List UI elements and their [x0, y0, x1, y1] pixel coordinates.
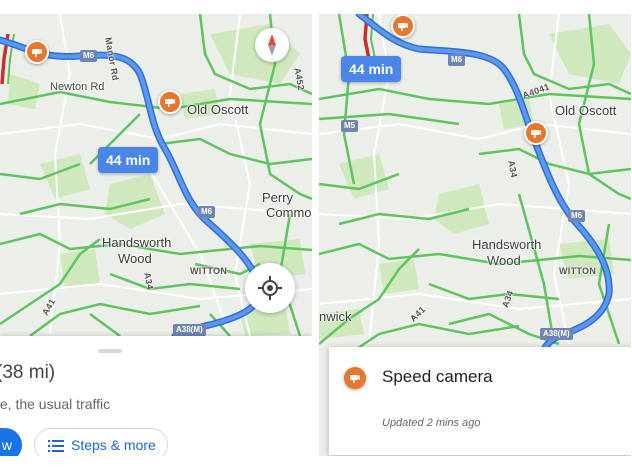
- compass-icon: [268, 34, 276, 56]
- place-old-oscott: Old Oscott: [187, 102, 249, 117]
- my-location-icon: [258, 276, 282, 300]
- steps-and-more-button[interactable]: Steps & more: [34, 428, 168, 456]
- speed-camera-updated: Updated 2 mins ago: [382, 417, 481, 429]
- place-perry: Perry: [262, 190, 294, 205]
- speed-camera-icon: [531, 130, 541, 138]
- place-handsworth: Handsworth: [472, 237, 542, 252]
- shield-m6-top: M6: [448, 54, 466, 66]
- compass-button[interactable]: [255, 28, 289, 62]
- place-common: Commor: [266, 205, 312, 220]
- place-handsworth-wood: Wood: [487, 253, 521, 268]
- shield-m6-mid: M6: [568, 210, 586, 222]
- place-witton: WITTON: [190, 266, 228, 276]
- place-nwick: nwick: [319, 309, 352, 324]
- my-location-button[interactable]: [245, 263, 295, 313]
- speed-camera-title: Speed camera: [382, 367, 493, 386]
- start-navigation-button[interactable]: w: [0, 428, 22, 456]
- sheet-drag-handle[interactable]: [98, 349, 122, 353]
- place-handsworth-wood: Wood: [118, 251, 152, 266]
- place-newton-rd: Newton Rd: [50, 81, 105, 93]
- place-old-oscott: Old Oscott: [555, 103, 617, 118]
- shield-a38m: A38(M): [173, 324, 206, 336]
- speed-camera-card-icon-wrap: [344, 367, 366, 389]
- place-witton: WITTON: [559, 266, 597, 276]
- speed-camera-icon: [32, 49, 42, 57]
- shield-a38m: A38(M): [540, 328, 573, 340]
- route-description: te, the usual traffic: [0, 396, 111, 412]
- speed-camera-card[interactable]: Speed camera Updated 2 mins ago: [329, 347, 631, 455]
- speed-camera-icon: [398, 23, 408, 31]
- left-map-panel[interactable]: Newton Rd Manor Rd A452 Old Oscott Perry…: [0, 14, 312, 456]
- route-duration-bubble[interactable]: 44 min: [98, 147, 159, 173]
- speed-camera-pin[interactable]: [25, 40, 49, 64]
- shield-m6-top: M6: [80, 50, 98, 62]
- right-map-panel[interactable]: Old Oscott Handsworth Wood WITTON nwick …: [319, 14, 631, 456]
- route-duration-bubble[interactable]: 44 min: [341, 56, 402, 82]
- route-bottom-sheet[interactable]: (38 mi) te, the usual traffic w Steps & …: [0, 336, 312, 456]
- speed-camera-icon: [350, 375, 360, 383]
- shield-m6-mid: M6: [198, 206, 216, 218]
- shield-m5: M5: [341, 120, 359, 132]
- place-handsworth: Handsworth: [102, 235, 172, 250]
- speed-camera-icon: [165, 99, 175, 107]
- route-distance: (38 mi): [0, 362, 56, 383]
- list-icon: [48, 440, 64, 452]
- speed-camera-pin[interactable]: [391, 14, 415, 38]
- steps-and-more-label: Steps & more: [71, 437, 156, 453]
- speed-camera-pin-selected[interactable]: [524, 121, 548, 145]
- speed-camera-pin[interactable]: [158, 90, 182, 114]
